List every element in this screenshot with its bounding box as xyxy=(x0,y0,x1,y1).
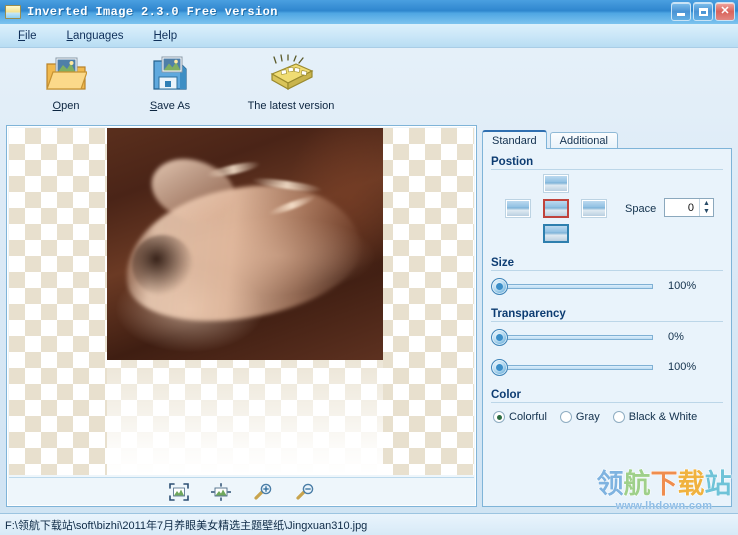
space-value[interactable]: 0 xyxy=(665,202,699,214)
color-group-title: Color xyxy=(491,389,522,401)
size-group-title: Size xyxy=(491,257,515,269)
open-button-label: Open xyxy=(52,100,80,112)
position-left[interactable] xyxy=(505,199,531,218)
menu-item-file[interactable]: File xyxy=(6,28,49,44)
radio-gray[interactable]: Gray xyxy=(559,411,600,423)
transparency-end-thumb[interactable] xyxy=(491,359,508,376)
transparency-start-thumb[interactable] xyxy=(491,329,508,346)
size-value: 100% xyxy=(668,280,697,292)
transparency-start-value: 0% xyxy=(668,331,684,343)
transparency-end-track[interactable] xyxy=(505,365,653,370)
main-toolbar: Open Save As The latest version xyxy=(0,47,738,123)
title-bar: Inverted Image 2.3.0 Free version ✕ xyxy=(0,0,738,25)
transparency-start-slider-row: 0% xyxy=(483,322,731,352)
position-selector: Space 0 ▲ ▼ xyxy=(483,170,731,250)
image-canvas-area[interactable] xyxy=(6,125,477,507)
size-slider-row: 100% xyxy=(483,271,731,301)
transparency-group-title: Transparency xyxy=(491,308,566,320)
space-label: Space xyxy=(625,203,657,215)
minimize-button[interactable] xyxy=(671,2,691,21)
chevron-down-icon[interactable]: ▼ xyxy=(703,208,710,215)
radio-gray-dot xyxy=(559,411,572,423)
zoom-in-icon[interactable] xyxy=(252,482,274,502)
maximize-icon xyxy=(694,3,712,20)
radio-black-and-white-dot xyxy=(612,411,625,423)
radio-black-and-white-label: Black & White xyxy=(628,411,698,423)
actual-size-icon[interactable] xyxy=(210,482,232,502)
transparency-start-slider[interactable] xyxy=(491,326,656,348)
source-image xyxy=(107,128,383,360)
news-sparkle-icon xyxy=(266,52,316,96)
open-folder-icon xyxy=(45,52,87,96)
size-slider[interactable] xyxy=(491,275,656,297)
latest-version-button-label: The latest version xyxy=(247,100,335,112)
menu-item-help[interactable]: Help xyxy=(141,28,189,44)
space-stepper-arrows[interactable]: ▲ ▼ xyxy=(699,199,713,216)
position-bottom[interactable] xyxy=(543,224,569,243)
size-slider-track[interactable] xyxy=(505,284,653,289)
reflection-fade-overlay xyxy=(107,360,383,475)
zoom-out-icon[interactable] xyxy=(294,482,316,502)
mirrored-reflection xyxy=(107,360,383,475)
current-file-path: F:\领航下载站\soft\bizhi\2011年7月养眼美女精选主题壁纸\Ji… xyxy=(5,519,368,532)
position-center[interactable] xyxy=(543,199,569,218)
close-button[interactable]: ✕ xyxy=(715,2,735,21)
canvas-toolbar xyxy=(9,477,474,505)
app-image-icon xyxy=(5,5,21,19)
save-as-button[interactable]: Save As xyxy=(120,52,220,112)
transparency-end-slider[interactable] xyxy=(491,356,656,378)
menu-item-file-rest: ile xyxy=(25,29,37,42)
menu-bar: File Languages Help xyxy=(0,24,738,48)
status-bar: F:\领航下载站\soft\bizhi\2011年7月养眼美女精选主题壁纸\Ji… xyxy=(0,513,738,535)
window-controls: ✕ xyxy=(671,2,735,21)
source-image-detail-hair xyxy=(131,234,193,296)
transparency-end-value: 100% xyxy=(668,361,697,373)
tab-standard-label: Standard xyxy=(492,134,537,147)
position-group-title: Postion xyxy=(491,156,534,168)
chevron-up-icon[interactable]: ▲ xyxy=(703,200,710,207)
menu-item-languages[interactable]: Languages xyxy=(55,28,136,44)
transparency-end-slider-row: 100% xyxy=(483,352,731,382)
size-slider-thumb[interactable] xyxy=(491,278,508,295)
position-top[interactable] xyxy=(543,174,569,193)
radio-colorful[interactable]: Colorful xyxy=(493,411,547,423)
radio-colorful-label: Colorful xyxy=(509,411,547,423)
settings-panel: Standard Additional Postion Space 0 ▲ ▼ … xyxy=(482,130,732,507)
minimize-icon xyxy=(672,3,690,20)
radio-black-and-white[interactable]: Black & White xyxy=(612,411,698,423)
panel-body: Postion Space 0 ▲ ▼ Size 100% Transparen… xyxy=(482,148,732,507)
floppy-save-icon xyxy=(150,52,190,96)
maximize-button[interactable] xyxy=(693,2,713,21)
tab-additional[interactable]: Additional xyxy=(549,132,618,149)
panel-tabs: Standard Additional xyxy=(482,130,618,149)
fit-to-window-icon[interactable] xyxy=(168,482,190,502)
menu-item-help-rest: elp xyxy=(161,29,178,42)
space-stepper[interactable]: 0 ▲ ▼ xyxy=(664,198,714,217)
tab-additional-label: Additional xyxy=(559,135,608,147)
tab-standard[interactable]: Standard xyxy=(482,130,547,149)
close-icon: ✕ xyxy=(720,5,730,17)
image-canvas[interactable] xyxy=(9,128,474,475)
save-as-button-label: Save As xyxy=(149,100,191,112)
color-options: Colorful Gray Black & White xyxy=(483,403,731,431)
application-window: Inverted Image 2.3.0 Free version ✕ File… xyxy=(0,0,738,535)
window-title: Inverted Image 2.3.0 Free version xyxy=(27,5,278,19)
open-button[interactable]: Open xyxy=(16,52,116,112)
menu-item-languages-rest: anguages xyxy=(72,29,124,42)
radio-gray-label: Gray xyxy=(575,411,600,423)
radio-colorful-dot xyxy=(493,411,505,423)
latest-version-button[interactable]: The latest version xyxy=(226,52,356,112)
position-right[interactable] xyxy=(581,199,607,218)
transparency-start-track[interactable] xyxy=(505,335,653,340)
